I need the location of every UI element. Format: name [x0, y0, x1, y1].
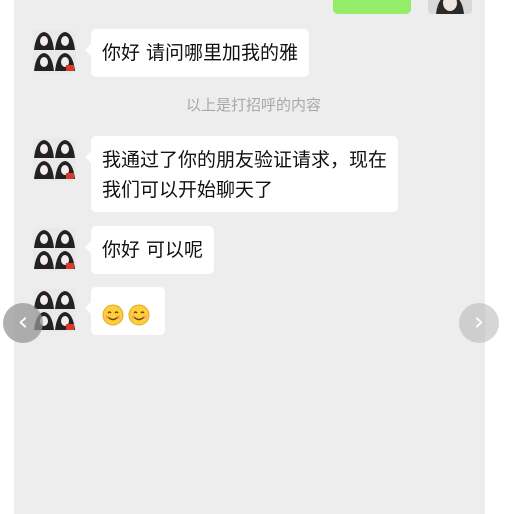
smiling-face-emoji-icon	[102, 304, 124, 325]
avatar-image	[33, 138, 76, 181]
chevron-right-icon: ›	[473, 307, 485, 337]
previous-image-button[interactable]: ‹	[3, 303, 43, 343]
greeting-system-note: 以上是打招呼的内容	[185, 96, 321, 114]
smiling-face-emoji-icon	[128, 304, 150, 325]
contact-avatar[interactable]	[33, 30, 76, 73]
message-text: 你好 请问哪里加我的雅	[102, 42, 299, 64]
chevron-left-icon: ‹	[17, 307, 29, 337]
message-text: 你好 可以呢	[102, 239, 204, 261]
outgoing-message-bubble[interactable]	[333, 0, 411, 14]
contact-avatar[interactable]	[33, 228, 76, 271]
message-bubble[interactable]: 我通过了你的朋友验证请求，现在 我们可以开始聊天了	[84, 136, 399, 212]
message-bubble[interactable]: 你好 请问哪里加我的雅	[84, 29, 310, 77]
message-bubble[interactable]	[85, 287, 165, 335]
contact-avatar[interactable]	[33, 138, 76, 181]
message-text-line: 我们可以开始聊天了	[102, 179, 274, 201]
avatar-image	[33, 228, 76, 271]
next-image-button[interactable]: ›	[459, 303, 499, 343]
my-avatar[interactable]	[428, 0, 472, 14]
message-bubble[interactable]: 你好 可以呢	[84, 226, 215, 274]
chat-area[interactable]: 你好 请问哪里加我的雅 以上是打招呼的内容 我通过了你的朋友验证请求，现在 我们…	[0, 0, 507, 514]
message-text-line: 我通过了你的朋友验证请求，现在	[102, 149, 388, 171]
avatar-image	[33, 30, 76, 73]
